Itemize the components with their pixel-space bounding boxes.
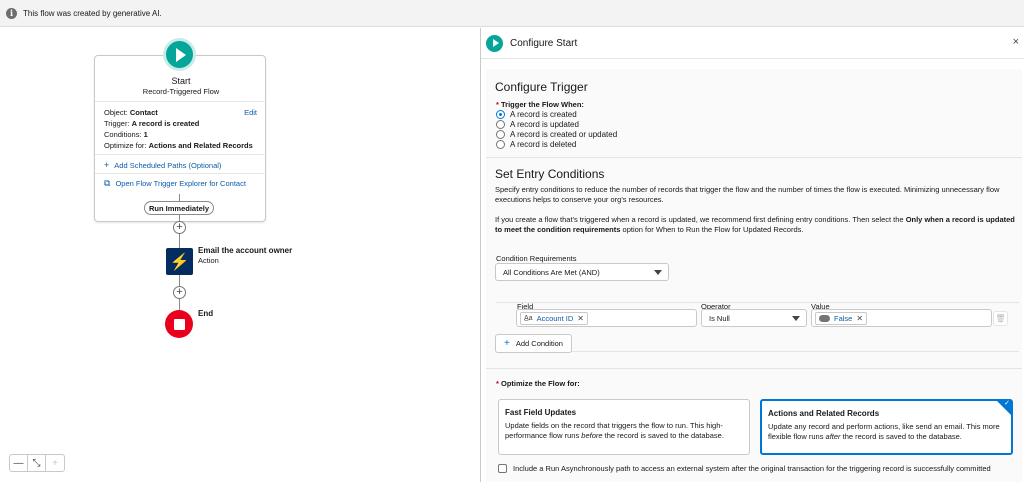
banner-text: This flow was created by generative AI. — [23, 8, 162, 18]
fast-desc: Update fields on the record that trigger… — [505, 421, 724, 440]
remove-icon[interactable]: ✕ — [856, 314, 863, 323]
conditions-row: Conditions: 1 — [104, 130, 148, 139]
async-checkbox[interactable] — [498, 464, 507, 473]
zoom-out-button[interactable]: — — [10, 455, 28, 471]
fast-title: Fast Field Updates — [505, 408, 577, 417]
configure-start-panel: Configure Start × Configure Trigger * Tr… — [480, 28, 1024, 482]
field-input[interactable]: A̲a Account ID ✕ — [516, 309, 697, 327]
panel-body: Configure Trigger * Trigger the Flow Whe… — [486, 69, 1022, 482]
boolean-icon — [819, 314, 830, 322]
entry-desc-1: Specify entry conditions to reduce the n… — [495, 185, 1000, 204]
edit-link[interactable]: Edit — [244, 108, 257, 117]
field-chip[interactable]: A̲a Account ID ✕ — [520, 311, 588, 325]
delete-condition-icon[interactable]: 🗑 — [993, 311, 1008, 326]
panel-title: Configure Start — [510, 37, 578, 49]
remove-icon[interactable]: ✕ — [577, 314, 584, 323]
divider — [486, 157, 1022, 158]
play-icon — [176, 47, 186, 62]
operator-select[interactable]: Is Null — [701, 309, 807, 327]
text-field-icon: A̲a — [524, 314, 533, 322]
lightning-icon: ⚡ — [169, 253, 190, 271]
plus-icon: + — [504, 338, 510, 349]
radio-created-or-updated[interactable]: A record is created or updated — [496, 130, 617, 139]
divider — [486, 368, 1022, 369]
trigger-row: Trigger: A record is created — [104, 119, 200, 128]
trigger-label: * Trigger the Flow When: — [496, 100, 584, 109]
chevron-down-icon — [654, 270, 662, 275]
close-icon[interactable]: × — [1013, 36, 1019, 48]
radio-selected[interactable] — [496, 110, 505, 119]
add-condition-button[interactable]: + Add Condition — [495, 334, 572, 353]
start-subtitle: Record-Triggered Flow — [142, 87, 220, 96]
fit-view-button[interactable]: ⤡ — [28, 455, 46, 471]
condition-requirements-select[interactable]: All Conditions Are Met (AND) — [495, 263, 669, 281]
end-node[interactable] — [165, 310, 193, 338]
actions-title: Actions and Related Records — [768, 409, 880, 418]
optimize-row: Optimize for: Actions and Related Record… — [104, 141, 253, 150]
action-name: Email the account owner — [198, 246, 293, 255]
end-label: End — [198, 309, 214, 318]
external-link-icon: ⧉ — [104, 178, 111, 188]
add-scheduled-paths-link[interactable]: + Add Scheduled Paths (Optional) — [104, 160, 221, 170]
async-label: Include a Run Asynchronously path to acc… — [513, 464, 991, 473]
zoom-controls: — ⤡ + — [9, 454, 65, 472]
plus-icon: + — [104, 160, 110, 170]
radio-created[interactable]: A record is created — [496, 110, 577, 119]
open-trigger-explorer-link[interactable]: ⧉ Open Flow Trigger Explorer for Contact — [104, 178, 246, 189]
fast-field-updates-card[interactable]: Fast Field Updates Update fields on the … — [498, 399, 750, 455]
radio-deleted[interactable]: A record is deleted — [496, 140, 576, 149]
actions-related-records-card[interactable]: ✓ Actions and Related Records Update any… — [760, 399, 1013, 455]
entry-conditions-title: Set Entry Conditions — [495, 167, 605, 181]
flow-canvas[interactable]: Start Record-Triggered Flow Edit Object:… — [0, 28, 480, 482]
action-node[interactable]: ⚡ — [166, 248, 193, 275]
optimize-label: * Optimize the Flow for: — [496, 379, 580, 388]
action-type: Action — [198, 256, 219, 265]
actions-desc: Update any record and perform actions, l… — [768, 422, 1000, 441]
start-icon — [486, 34, 503, 52]
value-chip[interactable]: False ✕ — [815, 311, 868, 325]
panel-header: Configure Start — [481, 28, 1024, 59]
radio-updated[interactable]: A record is updated — [496, 120, 579, 129]
start-node-icon[interactable] — [163, 38, 196, 71]
entry-desc-2: If you create a flow that's triggered wh… — [495, 215, 1015, 234]
async-path-option[interactable]: Include a Run Asynchronously path to acc… — [498, 464, 991, 473]
run-immediately-label[interactable]: Run Immediately — [144, 201, 214, 215]
stop-icon — [173, 318, 185, 330]
value-input[interactable]: False ✕ — [811, 309, 992, 327]
check-icon: ✓ — [1004, 400, 1010, 407]
ai-banner: i This flow was created by generative AI… — [0, 0, 1024, 27]
add-element-button[interactable]: + — [173, 221, 186, 234]
start-node-card[interactable]: Start Record-Triggered Flow Edit Object:… — [94, 55, 267, 222]
divider — [95, 154, 267, 155]
configure-trigger-title: Configure Trigger — [495, 80, 588, 94]
divider — [95, 101, 267, 102]
info-icon: i — [6, 7, 17, 19]
start-title: Start — [171, 76, 191, 86]
zoom-in-button[interactable]: + — [46, 455, 64, 471]
divider — [95, 173, 267, 174]
condition-requirements-label: Condition Requirements — [496, 254, 577, 263]
add-element-button[interactable]: + — [173, 286, 186, 299]
object-row: Object: Contact — [104, 108, 158, 117]
chevron-down-icon — [792, 316, 800, 321]
